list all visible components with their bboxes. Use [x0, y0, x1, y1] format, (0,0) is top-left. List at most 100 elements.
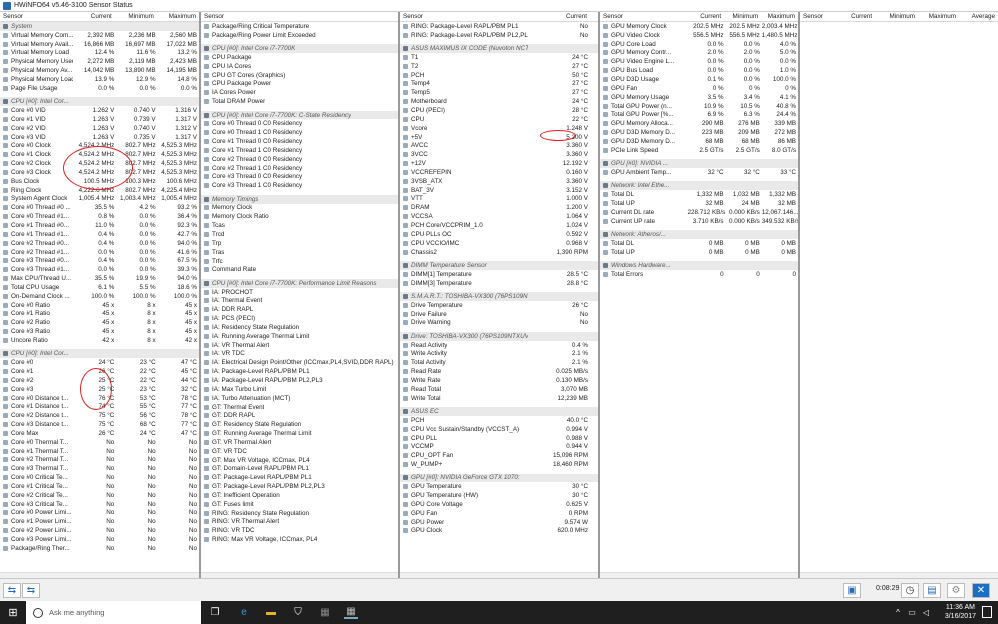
- sensor-row[interactable]: IA: Residency State Regulation: [201, 323, 398, 332]
- notification-icon[interactable]: [982, 606, 992, 618]
- sensor-row[interactable]: Command Rate: [201, 265, 398, 274]
- sensor-row[interactable]: CPU (PECI) 28 °C: [400, 106, 598, 115]
- sensor-row[interactable]: CPU GT Cores (Graphics): [201, 71, 398, 80]
- sensor-row[interactable]: Core #3 Thread 0 C0 Residency: [201, 173, 398, 182]
- sensor-row[interactable]: Virtual Memory Com... 2,392 MB 2,236 MB 2,5…: [0, 31, 199, 40]
- sensor-row[interactable]: Core #3 Thermal T... No No No: [0, 464, 199, 473]
- sensor-row[interactable]: IA: Max Turbo Limit: [201, 385, 398, 394]
- sensor-row[interactable]: Memory Clock: [201, 204, 398, 213]
- sensor-row[interactable]: IA: Electrical Design Point/Other (ICCma…: [201, 358, 398, 367]
- sensor-row[interactable]: GPU Clock 620.0 MHz: [400, 527, 598, 536]
- sensor-row[interactable]: Package/Ring Power Limit Exceeded: [201, 31, 398, 40]
- sensor-row[interactable]: Memory Clock Ratio: [201, 212, 398, 221]
- sensor-row[interactable]: IA: Thermal Event: [201, 296, 398, 305]
- sensor-row[interactable]: Motherboard 24 °C: [400, 97, 598, 106]
- sensor-panel-5[interactable]: Sensor Current Minimum Maximum Average: [800, 12, 998, 578]
- sensor-row[interactable]: Core #2 Thread #1... 0.0 % 0.0 % 41.6 %: [0, 248, 199, 257]
- sensor-row[interactable]: Core #1 Clock 4,524.2 MHz 802.7 MHz 4,525.3…: [0, 150, 199, 159]
- network-tray-icon[interactable]: ▭: [905, 605, 919, 619]
- next-arrows-button[interactable]: ⇆: [22, 583, 40, 598]
- sensor-row[interactable]: 3VSB_ATX 3.360 V: [400, 177, 598, 186]
- sensor-row[interactable]: Core #3 Clock 4,524.2 MHz 802.7 MHz 4,525.3…: [0, 168, 199, 177]
- sensor-row[interactable]: IA: Turbo Attenuation (MCT): [201, 394, 398, 403]
- tray-arrow-icon[interactable]: ^: [891, 605, 905, 619]
- sensor-row[interactable]: System Agent Clock 1,005.4 MHz 1,003.4 MHz…: [0, 195, 199, 204]
- sensor-row[interactable]: Core #2 Thread #0... 0.4 % 0.0 % 94.0 %: [0, 239, 199, 248]
- sensor-row[interactable]: CPU VCCIO/IMC 0.968 V: [400, 239, 598, 248]
- sensor-row[interactable]: PCH 50 °C: [400, 71, 598, 80]
- sensor-row[interactable]: Total GPU Power [%... 6.9 % 6.3 % 24.4 %: [600, 110, 798, 119]
- sensor-row[interactable]: Total Errors 0 0 0: [600, 270, 798, 279]
- sensor-row[interactable]: RING: Residency State Regulation: [201, 509, 398, 518]
- sensor-row[interactable]: Core #0 Thermal T... No No No: [0, 438, 199, 447]
- sensor-row[interactable]: GT: Thermal Event: [201, 403, 398, 412]
- sensor-row[interactable]: Trp: [201, 239, 398, 248]
- sensor-row[interactable]: Chassis2 1,390 RPM: [400, 248, 598, 257]
- column-header-average[interactable]: Average: [959, 13, 998, 20]
- sensor-row[interactable]: CPU_OPT Fan 15,096 RPM: [400, 451, 598, 460]
- sensor-row[interactable]: GPU Core Voltage 0.625 V: [400, 500, 598, 509]
- sensor-row[interactable]: Core #0 Thread 1 C0 Residency: [201, 128, 398, 137]
- sensor-group-header[interactable]: Memory Timings: [201, 194, 398, 204]
- sensor-row[interactable]: Core #3 Thread #1... 0.0 % 0.0 % 39.3 %: [0, 265, 199, 274]
- column-header-current[interactable]: Current: [831, 13, 875, 20]
- sensor-row[interactable]: Temp4 27 °C: [400, 80, 598, 89]
- sensor-row[interactable]: GPU Fan 0 % 0 % 0 %: [600, 84, 798, 93]
- sensor-group-header[interactable]: DIMM Temperature Sensor: [400, 260, 598, 270]
- sensor-row[interactable]: Core #0 Distance t... 76 °C 53 °C 78 °C: [0, 394, 199, 403]
- sensor-row[interactable]: IA: DDR RAPL: [201, 305, 398, 314]
- sensor-group-header[interactable]: Network: Atheros/...: [600, 230, 798, 239]
- sensor-group-header[interactable]: Windows Hardware...: [600, 261, 798, 270]
- close-sensors-button[interactable]: ✕: [972, 583, 990, 598]
- sensor-row[interactable]: GT: Max VR Voltage, ICCmax, PL4: [201, 456, 398, 465]
- sensor-row[interactable]: IA: VR Thermal Alert: [201, 341, 398, 350]
- sensor-row[interactable]: Core #1 26 °C 22 °C 45 °C: [0, 367, 199, 376]
- sensor-row[interactable]: Current DL rate 228.712 KB/s 0.000 KB/s 12,…: [600, 208, 798, 217]
- sensor-row[interactable]: Uncore Ratio 42 x 8 x 42 x: [0, 336, 199, 345]
- sensor-row[interactable]: Temp5 27 °C: [400, 88, 598, 97]
- sensor-row[interactable]: Core #1 Thread #1... 0.4 % 0.0 % 42.7 %: [0, 230, 199, 239]
- taskbar-clock[interactable]: 11:36 AM 3/16/2017: [945, 603, 976, 621]
- sensor-row[interactable]: GT: VR TDC: [201, 447, 398, 456]
- sensor-row[interactable]: Core #3 Critical Te... No No No: [0, 500, 199, 509]
- sensor-row[interactable]: Read Rate 0.025 MB/s: [400, 367, 598, 376]
- sensor-row[interactable]: Core #2 25 °C 22 °C 44 °C: [0, 376, 199, 385]
- sensor-row[interactable]: GPU Memory Alloca... 290 MB 276 MB 339 MB: [600, 119, 798, 128]
- sensor-group-header[interactable]: CPU [#0]: Intel Core i7-7700K: Performan…: [201, 278, 398, 288]
- sensor-row[interactable]: VCCREFEPIN 0.160 V: [400, 168, 598, 177]
- sensor-row[interactable]: Write Rate 0.130 MB/s: [400, 376, 598, 385]
- sensor-row[interactable]: On-Demand Clock ... 100.0 % 100.0 % 100.0 %: [0, 292, 199, 301]
- sensor-row[interactable]: Core #0 Thread #1... 0.8 % 0.0 % 36.4 %: [0, 212, 199, 221]
- sensor-row[interactable]: Core #2 Power Limi... No No No: [0, 526, 199, 535]
- sensor-row[interactable]: Write Total 12,239 MB: [400, 394, 598, 403]
- sensor-row[interactable]: RING: Max VR Voltage, ICCmax, PL4: [201, 535, 398, 544]
- sensor-row[interactable]: GT: Domain-Level RAPL/PBM PL1: [201, 465, 398, 474]
- sensor-row[interactable]: Total GPU Power (n... 10.9 % 10.5 % 40.8 %: [600, 102, 798, 111]
- sensor-row[interactable]: Virtual Memory Avail... 16,866 MB 16,697 M…: [0, 40, 199, 49]
- sensor-row[interactable]: Drive Warning No: [400, 319, 598, 328]
- sensor-row[interactable]: Core #0 Critical Te... No No No: [0, 473, 199, 482]
- sensor-row[interactable]: T1 24 °C: [400, 53, 598, 62]
- clock-icon[interactable]: ◷: [901, 583, 919, 598]
- sensor-row[interactable]: RING: Package-Level RAPL/PBM PL2,PL3 No: [400, 31, 598, 40]
- sensor-row[interactable]: Physical Memory Load 13.9 % 12.9 % 14.8 %: [0, 75, 199, 84]
- sensor-row[interactable]: Core #1 Thermal T... No No No: [0, 447, 199, 456]
- column-header-maximum[interactable]: Maximum: [918, 13, 959, 20]
- sensor-row[interactable]: Max CPU/Thread U... 35.5 % 19.9 % 94.0 %: [0, 274, 199, 283]
- sensor-row[interactable]: CPU PLL 0.988 V: [400, 434, 598, 443]
- sensor-group-header[interactable]: Network: Intel Ethe...: [600, 181, 798, 191]
- sensor-row[interactable]: VCCMP 0.944 V: [400, 442, 598, 451]
- sensor-row[interactable]: Total DL 1,332 MB 1,032 MB 1,332 MB: [600, 190, 798, 199]
- sensor-row[interactable]: Core #2 Distance t... 75 °C 56 °C 78 °C: [0, 411, 199, 420]
- sensor-row[interactable]: Vcore 1.248 V: [400, 124, 598, 133]
- sensor-row[interactable]: AVCC 3.360 V: [400, 141, 598, 150]
- sensor-row[interactable]: Total UP 0 MB 0 MB 0 MB: [600, 248, 798, 257]
- sensor-row[interactable]: Core #2 Thread 1 C0 Residency: [201, 164, 398, 173]
- column-header-minimum[interactable]: Minimum: [115, 13, 157, 20]
- sensor-row[interactable]: Ring Clock 4,222.6 MHz 802.7 MHz 4,225.4 MH…: [0, 186, 199, 195]
- column-header-sensor[interactable]: Sensor: [400, 13, 530, 20]
- task-view-icon[interactable]: ❐: [208, 605, 222, 619]
- sensor-row[interactable]: Core #2 VID 1.263 V 0.740 V 1.312 V: [0, 124, 199, 133]
- sensor-row[interactable]: Tcas: [201, 221, 398, 230]
- sensor-row[interactable]: CPU Package: [201, 53, 398, 62]
